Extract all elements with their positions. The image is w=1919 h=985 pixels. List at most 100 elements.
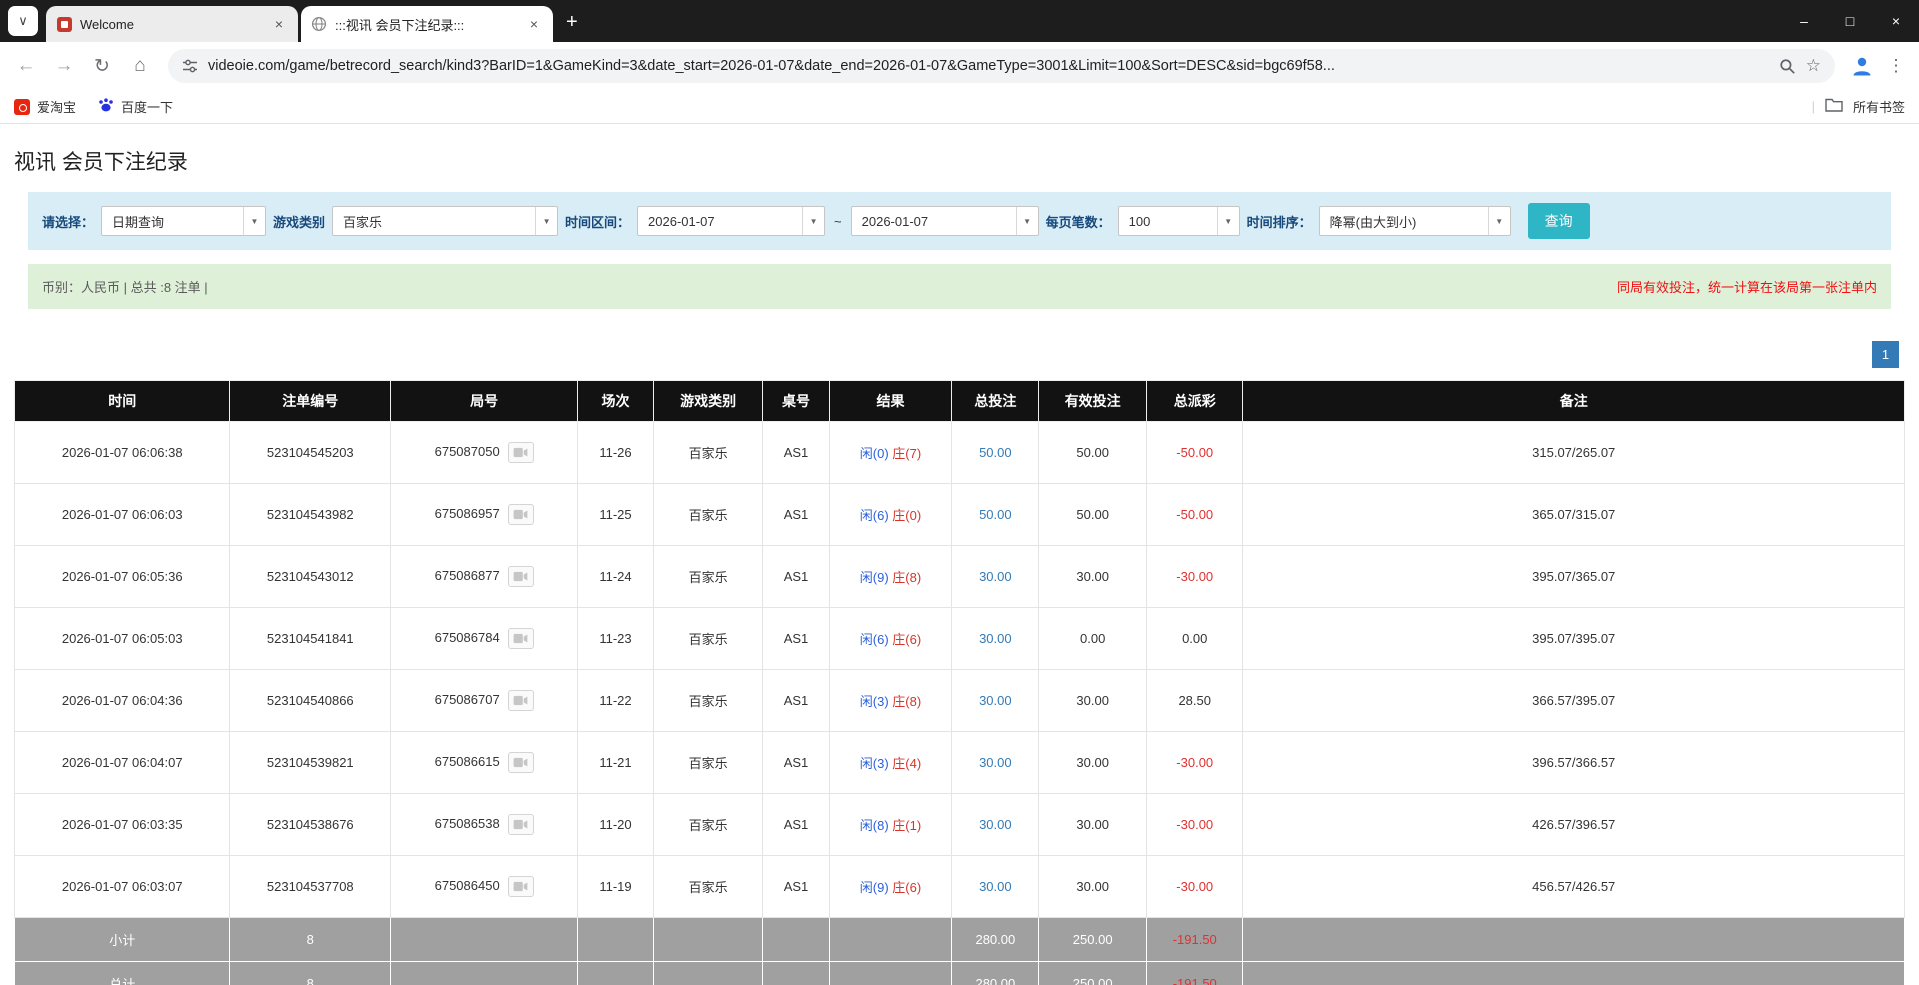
separator: | bbox=[1812, 99, 1815, 114]
result-banker: 庄(0) bbox=[892, 508, 921, 523]
pagination-top: 1 bbox=[20, 341, 1899, 368]
minimize-button[interactable]: – bbox=[1781, 0, 1827, 42]
bookmark-taobao[interactable]: 爱淘宝 bbox=[14, 97, 76, 116]
cell-note: 395.07/395.07 bbox=[1243, 608, 1905, 670]
video-replay-icon[interactable] bbox=[508, 442, 534, 463]
cell-result: 闲(0) 庄(7) bbox=[829, 422, 952, 484]
forward-button[interactable]: → bbox=[46, 48, 82, 84]
cell-total-bet: 30.00 bbox=[952, 546, 1039, 608]
cell-bet-id: 523104540866 bbox=[230, 670, 391, 732]
cell-session: 11-20 bbox=[578, 794, 654, 856]
cell-session: 11-22 bbox=[578, 670, 654, 732]
new-tab-button[interactable]: + bbox=[566, 11, 578, 34]
total-bet-link[interactable]: 30.00 bbox=[979, 755, 1012, 770]
cell-bet-id: 523104541841 bbox=[230, 608, 391, 670]
url-bar[interactable]: videoie.com/game/betrecord_search/kind3?… bbox=[168, 49, 1835, 83]
cell-note: 396.57/366.57 bbox=[1243, 732, 1905, 794]
result-banker: 庄(8) bbox=[892, 570, 921, 585]
total-bet-link[interactable]: 50.00 bbox=[979, 507, 1012, 522]
result-player: 闲(9) bbox=[860, 880, 889, 895]
cell-total-bet: 30.00 bbox=[952, 794, 1039, 856]
total-bet-link[interactable]: 30.00 bbox=[979, 693, 1012, 708]
page-number-button[interactable]: 1 bbox=[1872, 341, 1899, 368]
date-start-select[interactable]: 2026-01-07 ▼ bbox=[637, 206, 825, 236]
cell-note: 365.07/315.07 bbox=[1243, 484, 1905, 546]
chevron-down-icon[interactable]: ▼ bbox=[802, 207, 824, 235]
sort-select[interactable]: 降幂(由大到小) ▼ bbox=[1319, 206, 1511, 236]
chevron-down-icon[interactable]: ▼ bbox=[1488, 207, 1510, 235]
subtotal-payout: -191.50 bbox=[1147, 918, 1243, 962]
zoom-icon[interactable] bbox=[1779, 58, 1796, 75]
tab-welcome[interactable]: Welcome × bbox=[46, 6, 298, 42]
chevron-down-icon[interactable]: ▼ bbox=[243, 207, 265, 235]
cell-session: 11-25 bbox=[578, 484, 654, 546]
close-window-button[interactable]: × bbox=[1873, 0, 1919, 42]
baidu-paw-icon bbox=[98, 97, 114, 116]
cell-table-no: AS1 bbox=[763, 732, 829, 794]
result-player: 闲(6) bbox=[860, 632, 889, 647]
browser-menu-button[interactable]: ⋮ bbox=[1881, 49, 1911, 83]
page-size-label: 每页笔数： bbox=[1046, 212, 1111, 231]
back-button[interactable]: ← bbox=[8, 48, 44, 84]
cell-table-no: AS1 bbox=[763, 546, 829, 608]
reload-button[interactable]: ↻ bbox=[84, 48, 120, 84]
total-bet-link[interactable]: 30.00 bbox=[979, 817, 1012, 832]
total-bet-link[interactable]: 30.00 bbox=[979, 569, 1012, 584]
total-bet-link[interactable]: 30.00 bbox=[979, 631, 1012, 646]
cell-bet-id: 523104539821 bbox=[230, 732, 391, 794]
total-bet-link[interactable]: 30.00 bbox=[979, 879, 1012, 894]
bookmark-baidu[interactable]: 百度一下 bbox=[98, 97, 173, 116]
total-valid-bet: 250.00 bbox=[1039, 962, 1147, 985]
chevron-down-icon[interactable]: ▼ bbox=[535, 207, 557, 235]
cell-round: 675086538 bbox=[391, 794, 578, 856]
table-body: 2026-01-07 06:06:38 523104545203 6750870… bbox=[15, 422, 1905, 918]
bookmark-star-icon[interactable]: ☆ bbox=[1806, 56, 1821, 76]
round-number: 675086615 bbox=[435, 754, 500, 769]
table-row: 2026-01-07 06:03:07 523104537708 6750864… bbox=[15, 856, 1905, 918]
column-header: 时间 bbox=[15, 381, 230, 422]
cell-round: 675086957 bbox=[391, 484, 578, 546]
total-payout: -191.50 bbox=[1147, 962, 1243, 985]
video-replay-icon[interactable] bbox=[508, 690, 534, 711]
cell-payout: -30.00 bbox=[1147, 856, 1243, 918]
video-replay-icon[interactable] bbox=[508, 504, 534, 525]
cell-result: 闲(9) 庄(8) bbox=[829, 546, 952, 608]
video-replay-icon[interactable] bbox=[508, 628, 534, 649]
table-row: 2026-01-07 06:03:35 523104538676 6750865… bbox=[15, 794, 1905, 856]
page-size-select[interactable]: 100 ▼ bbox=[1118, 206, 1240, 236]
tab-betrecord[interactable]: :::视讯 会员下注纪录::: × bbox=[301, 6, 553, 42]
tab-search-button[interactable]: ∨ bbox=[8, 6, 38, 36]
close-icon[interactable]: × bbox=[525, 15, 543, 33]
cell-total-bet: 30.00 bbox=[952, 670, 1039, 732]
round-number: 675086957 bbox=[435, 506, 500, 521]
result-player: 闲(9) bbox=[860, 570, 889, 585]
maximize-button[interactable]: □ bbox=[1827, 0, 1873, 42]
video-replay-icon[interactable] bbox=[508, 814, 534, 835]
video-replay-icon[interactable] bbox=[508, 752, 534, 773]
all-bookmarks-label: 所有书签 bbox=[1853, 97, 1905, 116]
date-end-select[interactable]: 2026-01-07 ▼ bbox=[851, 206, 1039, 236]
chevron-down-icon[interactable]: ▼ bbox=[1217, 207, 1239, 235]
subtotal-valid-bet: 250.00 bbox=[1039, 918, 1147, 962]
column-header: 局号 bbox=[391, 381, 578, 422]
video-replay-icon[interactable] bbox=[508, 876, 534, 897]
total-bet-link[interactable]: 50.00 bbox=[979, 445, 1012, 460]
url-text[interactable]: videoie.com/game/betrecord_search/kind3?… bbox=[208, 58, 1769, 74]
search-button[interactable]: 查询 bbox=[1528, 203, 1590, 239]
chevron-down-icon[interactable]: ▼ bbox=[1016, 207, 1038, 235]
cell-time: 2026-01-07 06:05:03 bbox=[15, 608, 230, 670]
home-button[interactable]: ⌂ bbox=[122, 48, 158, 84]
all-bookmarks[interactable]: | 所有书签 bbox=[1812, 97, 1905, 116]
result-banker: 庄(7) bbox=[892, 446, 921, 461]
profile-avatar[interactable] bbox=[1845, 49, 1879, 83]
cell-total-bet: 50.00 bbox=[952, 484, 1039, 546]
close-icon[interactable]: × bbox=[270, 15, 288, 33]
date-mode-select[interactable]: 日期查询 ▼ bbox=[101, 206, 266, 236]
cell-note: 456.57/426.57 bbox=[1243, 856, 1905, 918]
cell-game-kind: 百家乐 bbox=[653, 608, 763, 670]
cell-payout: -30.00 bbox=[1147, 546, 1243, 608]
video-replay-icon[interactable] bbox=[508, 566, 534, 587]
site-settings-icon[interactable] bbox=[182, 58, 198, 74]
currency-total-text: 币别：人民币 | 总共 :8 注单 | bbox=[42, 277, 208, 296]
game-kind-select[interactable]: 百家乐 ▼ bbox=[332, 206, 558, 236]
